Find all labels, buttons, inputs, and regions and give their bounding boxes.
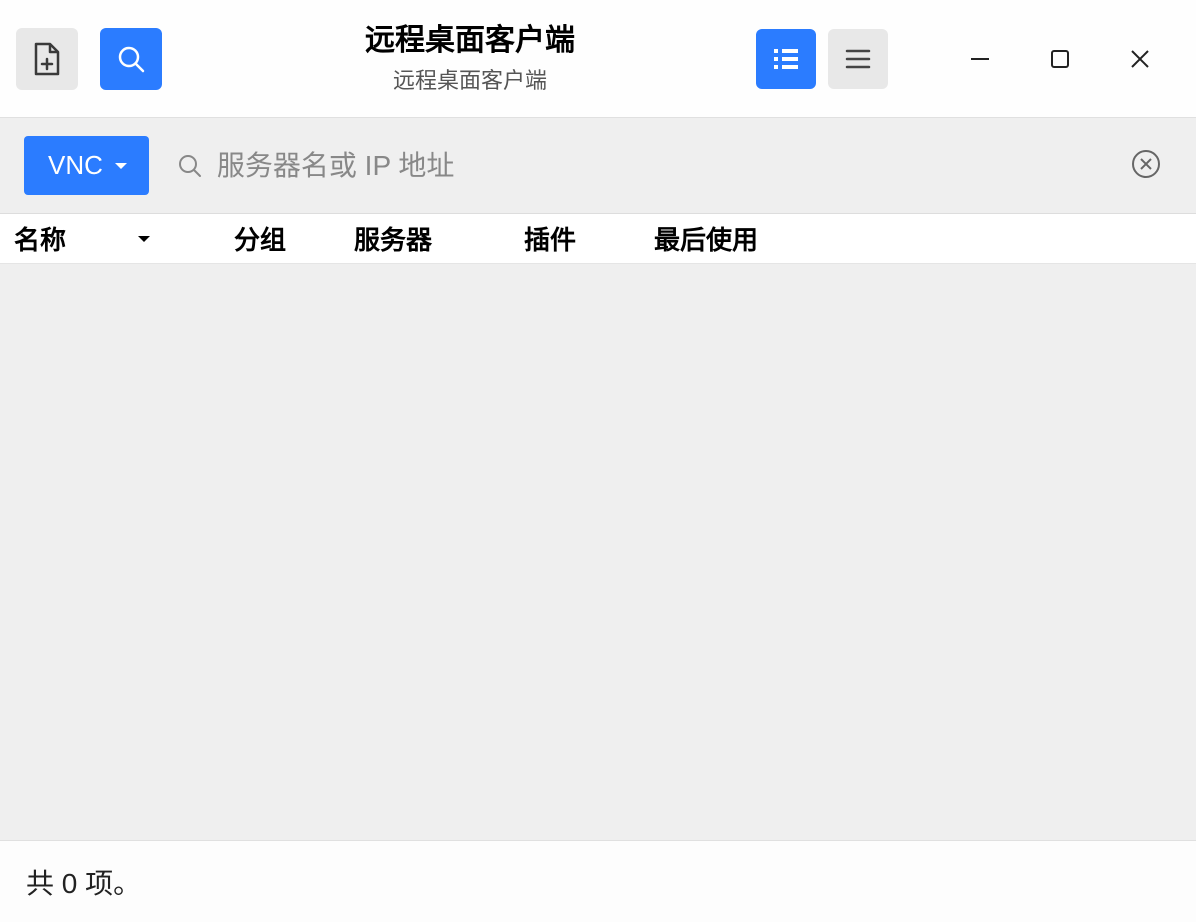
column-name-label: 名称 [14,220,66,257]
search-icon [177,153,203,179]
column-group-label: 分组 [234,220,286,257]
close-icon [1127,46,1153,72]
circle-x-icon [1130,148,1166,180]
column-header-plugin[interactable]: 插件 [524,220,654,257]
titlebar: 远程桌面客户端 远程桌面客户端 [0,0,1196,118]
search-bar: VNC [0,118,1196,214]
clear-search-button[interactable] [1130,148,1166,184]
protocol-dropdown[interactable]: VNC [24,136,149,195]
close-button[interactable] [1100,29,1180,89]
search-icon [116,44,146,74]
title-area: 远程桌面客户端 远程桌面客户端 [184,23,756,95]
hamburger-icon [845,48,871,70]
minimize-icon [967,46,993,72]
table-header: 名称 分组 服务器 插件 最后使用 [0,214,1196,264]
search-toggle-button[interactable] [100,28,162,90]
column-plugin-label: 插件 [524,220,576,257]
document-add-icon [32,42,62,76]
column-header-name[interactable]: 名称 [14,220,234,257]
protocol-label: VNC [48,150,103,181]
server-address-input[interactable] [217,150,1118,182]
title-right-controls [756,29,1180,89]
maximize-icon [1047,46,1073,72]
chevron-down-icon [113,161,129,171]
sort-descending-icon [136,234,152,244]
search-field [177,150,1118,182]
column-header-server[interactable]: 服务器 [354,220,524,257]
column-server-label: 服务器 [354,220,432,257]
maximize-button[interactable] [1020,29,1100,89]
list-view-button[interactable] [756,29,816,89]
item-count-label: 共 0 项。 [26,862,141,902]
new-connection-button[interactable] [16,28,78,90]
minimize-button[interactable] [940,29,1020,89]
column-header-last-used[interactable]: 最后使用 [654,220,834,257]
list-icon [772,47,800,71]
status-bar: 共 0 项。 [0,840,1196,922]
connection-list [0,264,1196,840]
menu-button[interactable] [828,29,888,89]
window-controls [940,29,1180,89]
app-title: 远程桌面客户端 [365,23,575,59]
app-subtitle: 远程桌面客户端 [393,63,547,95]
column-header-group[interactable]: 分组 [234,220,354,257]
column-last-used-label: 最后使用 [654,220,758,257]
